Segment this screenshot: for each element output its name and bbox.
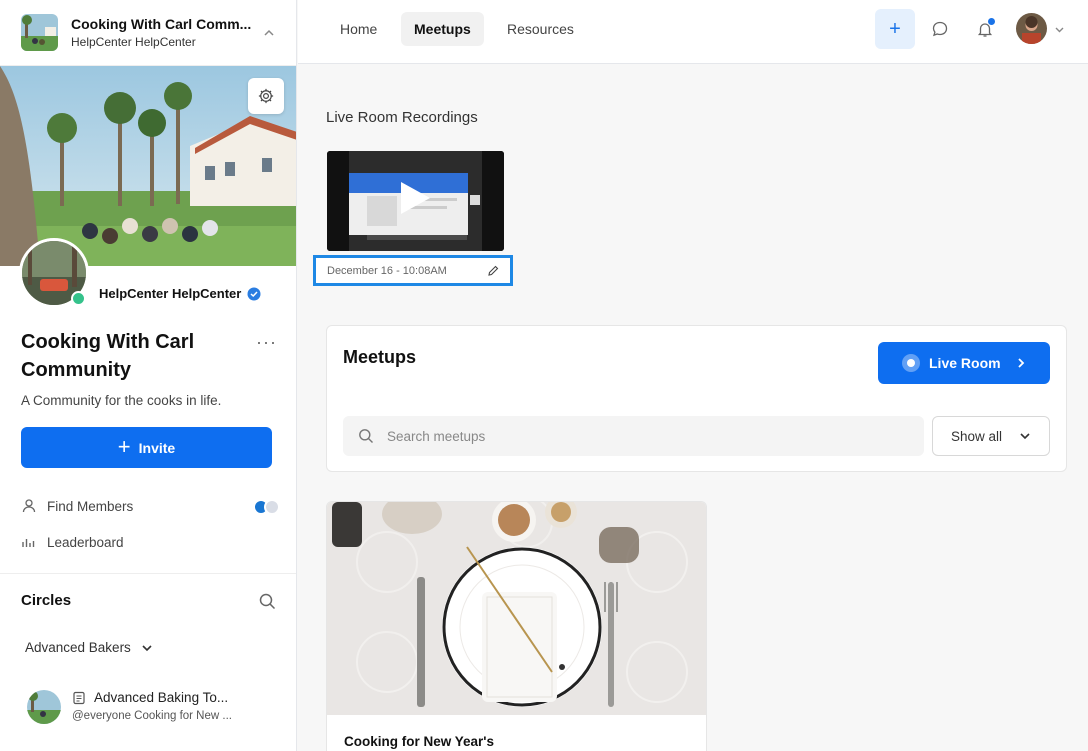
cover-settings-button[interactable] (248, 78, 284, 114)
document-icon (73, 691, 85, 704)
circle-group-label: Advanced Bakers (25, 640, 131, 655)
more-options-button[interactable]: ··· (256, 332, 277, 353)
circle-item-name-label: Advanced Baking To... (94, 690, 229, 705)
owner-name[interactable]: HelpCenter HelpCenter (99, 286, 261, 301)
user-avatar[interactable] (1016, 13, 1047, 44)
circles-heading: Circles (21, 592, 72, 609)
circle-item[interactable]: Advanced Baking To... @everyone Cooking … (27, 690, 232, 724)
tab-resources[interactable]: Resources (494, 12, 587, 46)
search-icon[interactable] (259, 593, 276, 610)
create-button[interactable]: + (875, 9, 915, 49)
nav-find-members[interactable]: Find Members (21, 498, 133, 514)
meetups-heading: Meetups (343, 347, 417, 367)
gear-icon (258, 88, 274, 104)
show-all-label: Show all (951, 428, 1003, 444)
nav-leaderboard-label: Leaderboard (47, 534, 124, 550)
cover-image (0, 66, 296, 266)
community-switcher[interactable]: Cooking With Carl Comm... HelpCenter Hel… (0, 0, 296, 66)
live-room-label: Live Room (929, 355, 1001, 371)
community-name: Cooking With Carl Comm... (71, 16, 252, 32)
meetups-panel: Meetups Live Room Search meetups Show al… (326, 325, 1067, 472)
notification-dot (988, 18, 995, 25)
record-icon (902, 354, 920, 372)
recording-title-bar[interactable]: December 16 - 10:08AM (313, 255, 513, 286)
nav-find-members-label: Find Members (47, 498, 134, 514)
community-logo (21, 14, 58, 51)
chevron-up-icon (264, 29, 274, 36)
recording-date-label: December 16 - 10:08AM (327, 264, 447, 277)
invite-label: Invite (138, 439, 176, 456)
invite-button[interactable]: + Invite (21, 427, 272, 468)
owner-name-label: HelpCenter HelpCenter (99, 286, 242, 301)
meetup-card-title: Cooking for New Year's (344, 734, 495, 749)
show-all-dropdown[interactable]: Show all (932, 416, 1050, 456)
recording-video-thumbnail[interactable] (327, 151, 504, 251)
search-placeholder: Search meetups (387, 428, 486, 444)
person-icon (22, 499, 36, 513)
tab-meetups[interactable]: Meetups (401, 12, 484, 46)
chat-icon[interactable] (931, 20, 949, 38)
community-description: A Community for the cooks in life. (21, 393, 222, 408)
pencil-icon[interactable] (487, 265, 499, 277)
chevron-down-icon (1020, 433, 1030, 440)
community-subtitle: HelpCenter HelpCenter (71, 35, 196, 49)
circle-item-name: Advanced Baking To... (72, 690, 232, 705)
recordings-heading: Live Room Recordings (326, 109, 478, 126)
circle-group-toggle[interactable]: Advanced Bakers (25, 640, 153, 655)
tab-home[interactable]: Home (327, 12, 390, 46)
chevron-down-icon (142, 644, 152, 651)
divider (0, 573, 296, 574)
member-avatar (264, 499, 280, 515)
chevron-down-icon[interactable] (1054, 24, 1065, 35)
sidebar: Cooking With Carl Comm... HelpCenter Hel… (0, 0, 297, 751)
bar-chart-icon (22, 539, 35, 547)
search-meetups-input[interactable]: Search meetups (343, 416, 924, 456)
meetup-card-image (327, 502, 706, 715)
search-icon (359, 429, 373, 443)
member-avatars (253, 499, 280, 515)
chevron-right-icon (1017, 358, 1024, 368)
nav-leaderboard[interactable]: Leaderboard (21, 534, 124, 550)
circle-item-message: @everyone Cooking for New ... (72, 710, 232, 722)
live-room-button[interactable]: Live Room (878, 342, 1050, 384)
circle-avatar (27, 690, 61, 724)
community-title: Cooking With Carl Community (21, 331, 195, 381)
verified-badge-icon (247, 287, 261, 300)
plus-icon: + (117, 433, 131, 459)
online-indicator (71, 291, 86, 306)
meetup-card[interactable]: Cooking for New Year's (326, 501, 707, 751)
top-navigation: Home Meetups Resources + (298, 0, 1088, 64)
